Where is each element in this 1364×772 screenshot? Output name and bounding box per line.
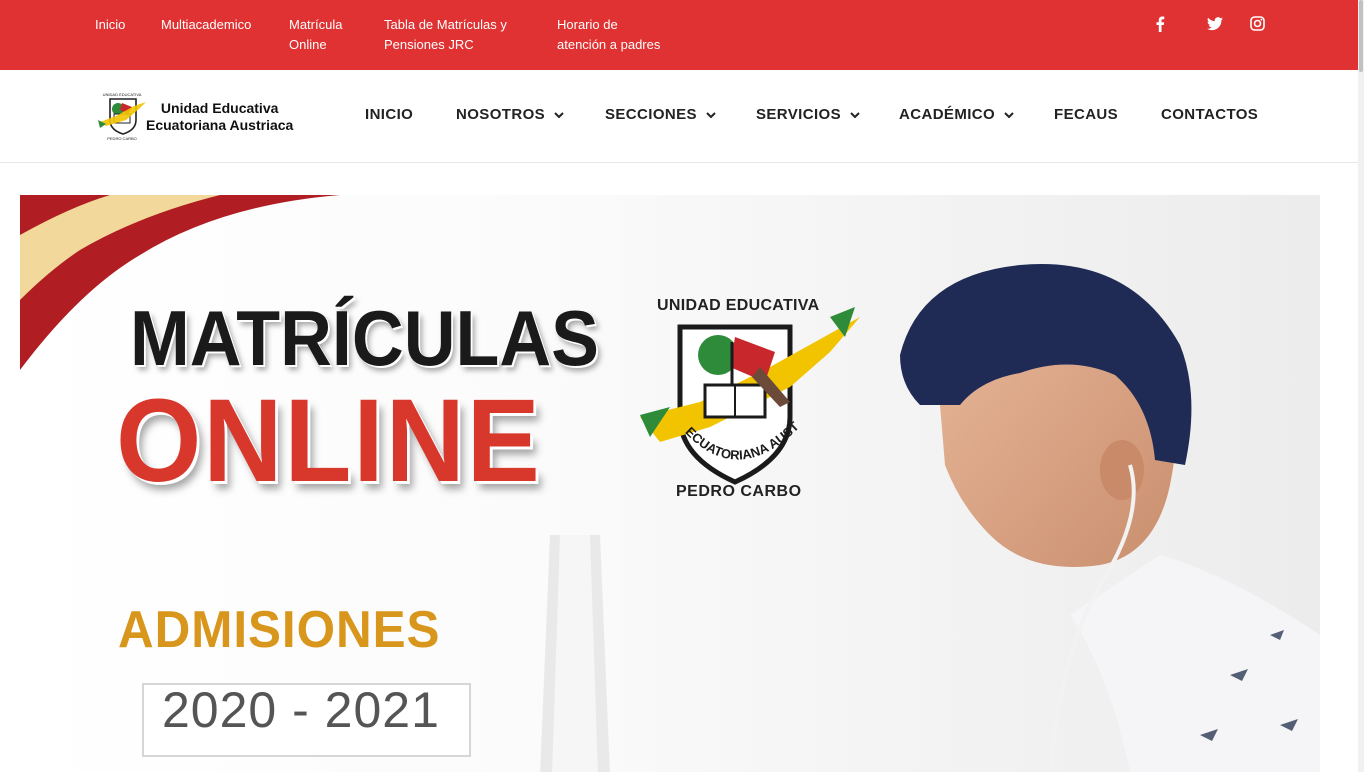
nav-label: FECAUS [1054,106,1119,123]
nav-label: SERVICIOS [756,106,842,123]
school-crest-icon: ECUATORIANA AUSTRIACA [640,307,860,485]
top-link-multiacademico[interactable]: Multiacademico [161,15,251,35]
chevron-down-icon [850,106,860,123]
hero-title-line1: MATRÍCULAS [130,294,600,382]
top-link-text: Online [289,37,327,52]
svg-text:PEDRO CARBO: PEDRO CARBO [107,136,137,141]
facebook-icon[interactable] [1155,16,1165,32]
hero-banner[interactable]: MATRÍCULAS ONLINE UNIDAD EDUCATIVA ECUAT… [20,195,1320,772]
nav-label: INICIO [365,106,414,123]
top-link-text: Multiacademico [161,17,252,32]
hero-admisiones: ADMISIONES [118,601,441,659]
student-photo [900,264,1320,772]
top-link-tabla-matriculas[interactable]: Tabla de Matrículas y Pensiones JRC [384,15,507,55]
twitter-icon[interactable] [1207,17,1223,31]
top-bar: Inicio Multiacademico Matrícula Online T… [0,0,1364,70]
chevron-down-icon [1004,106,1014,123]
brand-logo-link[interactable]: UNIDAD EDUCATIVA PEDRO CARBO Unidad Educ… [96,90,306,144]
nav-academico[interactable]: ACADÉMICO [899,106,1014,123]
nav-label: SECCIONES [605,106,697,123]
scrollbar-thumb[interactable] [1359,0,1363,72]
top-link-text: Matrícula [289,17,343,32]
nav-label: ACADÉMICO [899,106,996,123]
top-link-horario[interactable]: Horario de atención a padres [557,15,660,55]
main-header: UNIDAD EDUCATIVA PEDRO CARBO Unidad Educ… [0,70,1358,163]
top-link-text: Tabla de Matrículas y [384,17,507,32]
laptop-image [540,535,610,772]
chevron-down-icon [706,106,716,123]
page-scrollbar[interactable] [1358,0,1364,772]
nav-contactos[interactable]: CONTACTOS [1161,106,1258,123]
instagram-icon[interactable] [1250,16,1265,31]
nav-servicios[interactable]: SERVICIOS [756,106,860,123]
top-link-text: atención a padres [557,37,661,52]
top-link-inicio[interactable]: Inicio [95,15,125,35]
nav-secciones[interactable]: SECCIONES [605,106,716,123]
nav-label: CONTACTOS [1161,106,1259,123]
nav-inicio[interactable]: INICIO [365,106,413,123]
top-link-text: Horario de [557,17,618,32]
brand-name-line1: Unidad Educativa [160,100,279,116]
top-link-text: Pensiones JRC [384,37,474,52]
hero-place: PEDRO CARBO [676,483,802,500]
nav-nosotros[interactable]: NOSOTROS [456,106,564,123]
svg-text:UNIDAD EDUCATIVA: UNIDAD EDUCATIVA [103,92,142,97]
brand-name-line2: Ecuatoriana Austriaca [146,117,294,133]
top-link-text: Inicio [95,17,126,32]
hero-title-line2: ONLINE [116,375,542,507]
chevron-down-icon [554,106,564,123]
brand-name: Unidad Educativa Ecuatoriana Austriaca [146,100,293,134]
nav-fecaus[interactable]: FECAUS [1054,106,1118,123]
hero-year: 2020 - 2021 [162,682,440,738]
nav-label: NOSOTROS [456,106,546,123]
school-crest-icon: UNIDAD EDUCATIVA PEDRO CARBO [98,92,146,141]
top-link-matricula-online[interactable]: Matrícula Online [289,15,342,55]
